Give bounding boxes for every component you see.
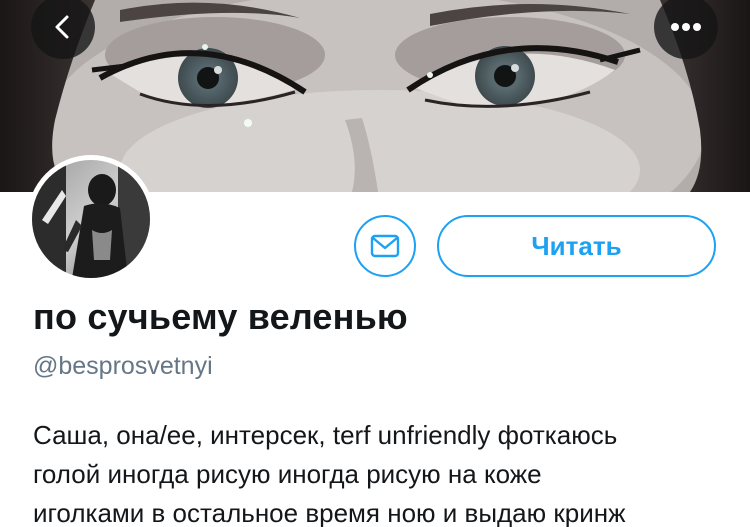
avatar[interactable]: [27, 155, 155, 283]
profile-handle: @besprosvetnyi: [33, 352, 213, 380]
chevron-left-icon: [55, 15, 69, 39]
bio-line: голой иногда рисую иногда рисую на коже: [33, 459, 542, 489]
bio-line: иголками в остальное время ною и выдаю к…: [33, 498, 626, 527]
message-button[interactable]: [354, 215, 416, 277]
bio-line: Саша, она/ее, интерсек, terf unfriendly …: [33, 420, 618, 450]
follow-button-label: Читать: [531, 230, 622, 261]
profile-bio: Саша, она/ее, интерсек, terf unfriendly …: [33, 416, 733, 527]
profile-display-name: по сучьему веленью: [33, 296, 408, 337]
envelope-icon: [370, 234, 400, 258]
avatar-photo: [32, 160, 150, 278]
follow-button[interactable]: Читать: [437, 215, 716, 277]
more-horizontal-icon: [671, 23, 701, 31]
profile-screen: Читать по сучьему веленью @besprosvetnyi…: [0, 0, 750, 527]
